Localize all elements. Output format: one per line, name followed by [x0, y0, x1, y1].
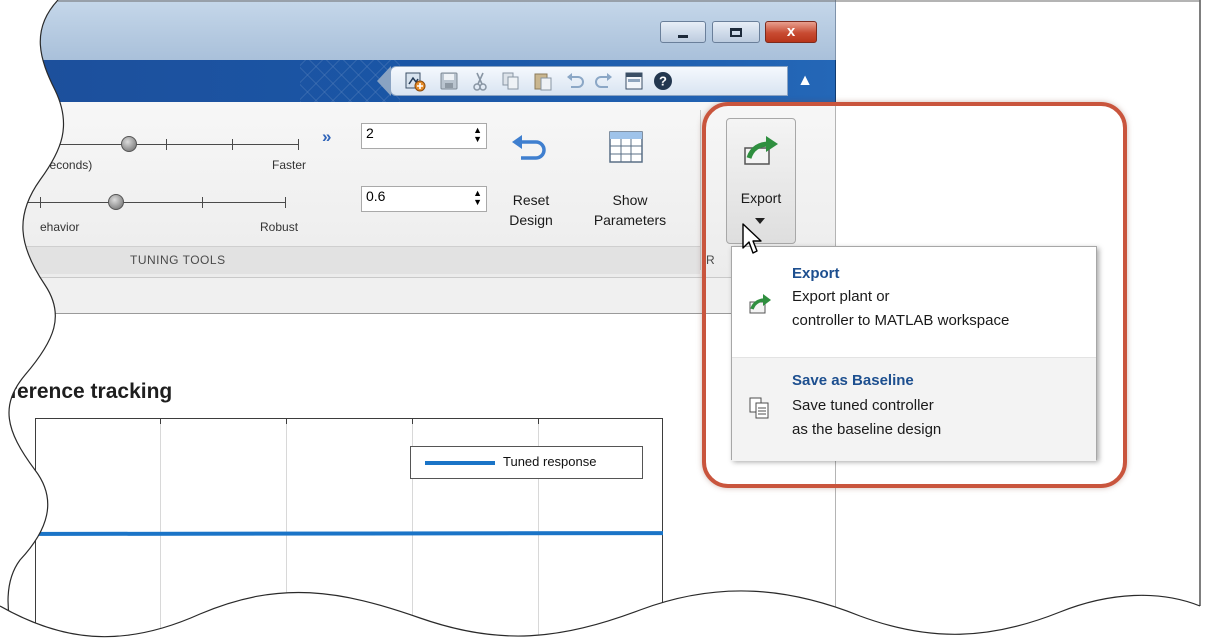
grid-line	[286, 418, 287, 642]
slider-tick	[202, 197, 203, 208]
transient-behavior-slider-knob[interactable]	[108, 194, 124, 210]
cut-icon[interactable]	[469, 70, 491, 92]
reset-design-label-line1: Reset	[512, 192, 550, 208]
copy-icon[interactable]	[500, 70, 522, 92]
maximize-button[interactable]	[712, 21, 760, 43]
close-button[interactable]: x	[765, 21, 817, 43]
axis-tick	[286, 418, 287, 424]
minimize-button[interactable]	[660, 21, 706, 43]
transient-behavior-slider-track	[0, 202, 285, 203]
show-parameters-button[interactable]: Show Parameters	[576, 190, 684, 230]
transient-behavior-left-label: ehavior	[40, 220, 80, 234]
response-time-spinner[interactable]: 2 ▲ ▼	[361, 123, 487, 149]
plot-legend[interactable]: Tuned response	[410, 446, 643, 479]
ribbon-group-separator	[700, 110, 701, 270]
spinner-arrows-icon[interactable]: ▲ ▼	[473, 126, 482, 144]
plot-title: ference tracking	[10, 380, 173, 403]
show-parameters-label-line2: Parameters	[593, 212, 667, 228]
help-icon[interactable]: ?	[652, 70, 674, 92]
axis-tick	[412, 418, 413, 424]
grid-line	[160, 418, 161, 642]
maximize-icon	[730, 28, 742, 37]
axis-tick	[538, 418, 539, 424]
transient-behavior-right-label: Robust	[260, 220, 299, 234]
reset-design-icon[interactable]	[510, 134, 548, 168]
response-time-right-label: Faster	[272, 158, 307, 172]
minimize-icon	[678, 35, 688, 38]
legend-label: Tuned response	[503, 454, 597, 469]
window-layout-icon[interactable]	[623, 70, 645, 92]
slider-tick	[298, 139, 299, 150]
new-figure-icon[interactable]	[404, 70, 426, 92]
more-options-icon[interactable]: »	[322, 127, 331, 147]
slider-tick	[36, 139, 37, 150]
response-time-slider-knob[interactable]	[121, 136, 137, 152]
window-title-bar: x	[0, 0, 836, 60]
collapse-ribbon-button[interactable]: ▲	[790, 66, 820, 96]
response-time-slider-track	[0, 144, 298, 145]
slider-tick	[40, 197, 41, 208]
axis-tick	[160, 418, 161, 424]
redo-icon[interactable]	[593, 70, 615, 92]
svg-text:?: ?	[659, 74, 667, 89]
close-icon: x	[786, 23, 796, 40]
slider-tick	[166, 139, 167, 150]
slider-tick	[285, 197, 286, 208]
transient-behavior-spinner[interactable]: 0.6 ▲ ▼	[361, 186, 487, 212]
reset-design-button[interactable]: Reset Design	[500, 190, 562, 230]
save-icon[interactable]	[438, 70, 460, 92]
reset-design-label-line2: Design	[509, 212, 553, 228]
ribbon-group-label-bar	[0, 246, 700, 274]
spinner-arrows-icon[interactable]: ▲ ▼	[473, 189, 482, 207]
highlight-annotation	[702, 102, 1127, 488]
response-time-value: 2	[366, 125, 374, 141]
paste-icon[interactable]	[532, 70, 554, 92]
mouse-pointer-icon	[742, 223, 762, 254]
undo-icon[interactable]	[564, 70, 586, 92]
legend-swatch	[425, 461, 495, 465]
transient-behavior-value: 0.6	[366, 188, 386, 204]
slider-tick	[232, 139, 233, 150]
tuning-tools-group-label: TUNING TOOLS	[130, 253, 226, 267]
response-time-left-label: Time (seconds)	[10, 158, 93, 172]
show-parameters-label-line1: Show	[612, 192, 648, 208]
show-parameters-icon[interactable]	[608, 130, 644, 164]
screenshot-stage: x ? ▲ TUNING TOOLS R Time (seconds) Fast…	[0, 0, 1218, 642]
